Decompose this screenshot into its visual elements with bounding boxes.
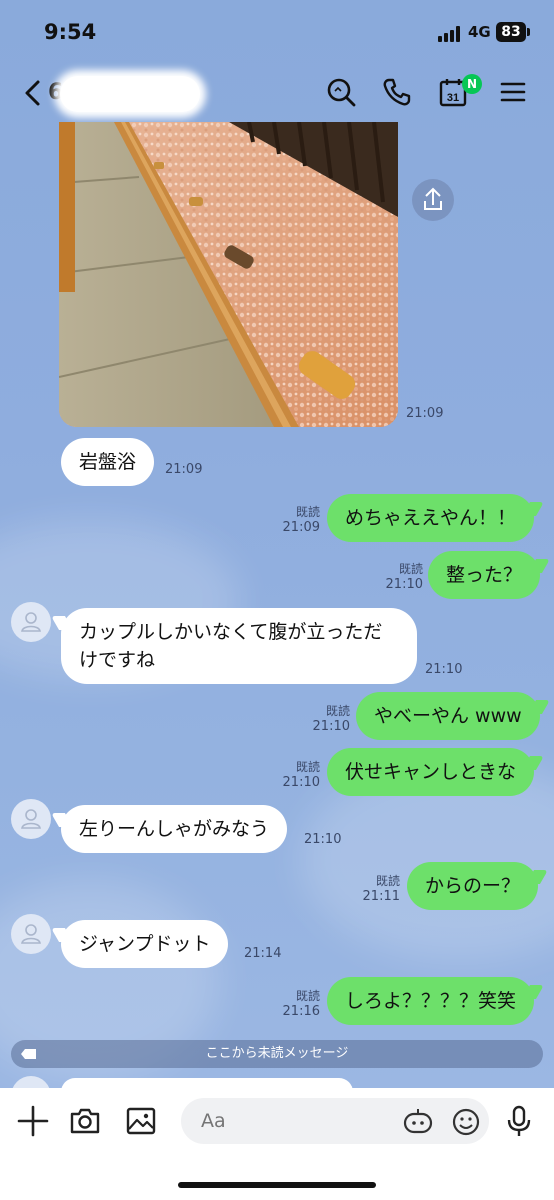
name-redaction [60, 76, 200, 112]
image-icon[interactable] [124, 1104, 158, 1138]
battery-tip [527, 28, 530, 36]
message-timestamp: 21:09 [165, 462, 203, 477]
person-icon [21, 924, 41, 944]
tag-icon [21, 1049, 36, 1059]
camera-icon[interactable] [68, 1104, 102, 1138]
incoming-message[interactable]: 岩盤浴 [61, 438, 155, 486]
incoming-message[interactable]: 左りーんしゃがみなう [61, 805, 288, 853]
read-receipt: 既読 21:10 [282, 760, 320, 790]
network-type: 4G [468, 23, 491, 41]
read-receipt: 既読 21:10 [385, 562, 423, 592]
bedrock-bath-photo [59, 122, 398, 427]
person-icon [21, 809, 41, 829]
unread-divider: ここから未読メッセージ [11, 1040, 543, 1068]
outgoing-message[interactable]: からのー？ [407, 862, 539, 910]
status-bar: 9:54 4G 83 [0, 0, 554, 62]
signal-icon [438, 26, 464, 42]
photo-message[interactable] [59, 122, 398, 427]
read-receipt: 既読 21:11 [362, 874, 400, 904]
outgoing-message[interactable]: 伏せキャンしときな [327, 748, 535, 796]
menu-icon[interactable] [497, 76, 529, 108]
microphone-icon[interactable] [502, 1104, 536, 1138]
phone-icon[interactable] [381, 76, 413, 108]
contact-avatar[interactable] [11, 799, 51, 839]
calendar-badge: N [462, 74, 482, 94]
battery-icon: 83 [496, 22, 526, 42]
message-timestamp: 21:10 [304, 832, 342, 847]
chat-header: 6 31 N [0, 66, 554, 122]
search-icon[interactable] [325, 76, 357, 108]
share-button[interactable] [412, 179, 454, 221]
contact-avatar[interactable] [11, 914, 51, 954]
message-timestamp: 21:14 [244, 946, 282, 961]
read-receipt: 既読 21:10 [312, 704, 350, 734]
incoming-message[interactable]: カップルしかいなくて腹が立っただ けですね [61, 608, 417, 684]
read-receipt: 既読 21:09 [282, 505, 320, 535]
read-receipt: 既読 21:16 [282, 989, 320, 1019]
emoji-icon[interactable] [450, 1106, 482, 1138]
contact-avatar[interactable] [11, 602, 51, 642]
status-time: 9:54 [44, 20, 97, 44]
share-icon [424, 187, 442, 210]
person-icon [21, 612, 41, 632]
outgoing-message[interactable]: 整った？ [428, 551, 541, 599]
back-arrow-icon[interactable] [22, 78, 44, 108]
photo-timestamp: 21:09 [406, 406, 444, 421]
outgoing-message[interactable]: めちゃええやん！！ [327, 494, 535, 542]
message-input[interactable] [181, 1098, 489, 1144]
plus-icon[interactable] [16, 1104, 50, 1138]
message-timestamp: 21:10 [425, 662, 463, 677]
svg-text:31: 31 [447, 92, 459, 104]
sticker-icon[interactable] [402, 1106, 434, 1138]
incoming-message[interactable]: ジャンプドット [61, 920, 229, 968]
outgoing-message[interactable]: しろよ？？？？笑笑 [327, 977, 535, 1025]
outgoing-message[interactable]: やべーやん www [356, 692, 540, 740]
home-indicator [178, 1182, 376, 1188]
